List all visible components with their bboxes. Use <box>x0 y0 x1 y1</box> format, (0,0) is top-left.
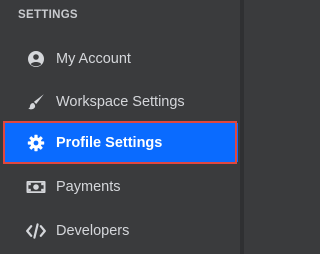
money-bill-icon <box>26 177 46 197</box>
sidebar-right-border <box>240 0 244 254</box>
sidebar-item-developers[interactable]: Developers <box>0 211 244 251</box>
settings-section-title: SETTINGS <box>18 9 78 21</box>
sidebar-item-label: Workspace Settings <box>56 94 185 110</box>
user-circle-icon <box>26 49 46 69</box>
sidebar-item-label: Payments <box>56 179 121 195</box>
sidebar-item-my-account[interactable]: My Account <box>0 39 244 79</box>
sidebar-item-profile-settings[interactable]: Profile Settings <box>4 123 238 162</box>
sidebar-item-label: My Account <box>56 51 131 67</box>
sidebar-item-label: Profile Settings <box>56 134 163 151</box>
gear-icon <box>26 133 46 153</box>
sidebar-item-payments[interactable]: Payments <box>0 167 244 207</box>
sidebar-item-workspace-settings[interactable]: Workspace Settings <box>0 82 244 122</box>
code-icon <box>26 221 46 241</box>
sidebar-item-label: Developers <box>56 223 130 239</box>
paintbrush-icon <box>26 92 46 112</box>
settings-sidebar: SETTINGS My Account Workspace Settings P… <box>0 0 244 254</box>
